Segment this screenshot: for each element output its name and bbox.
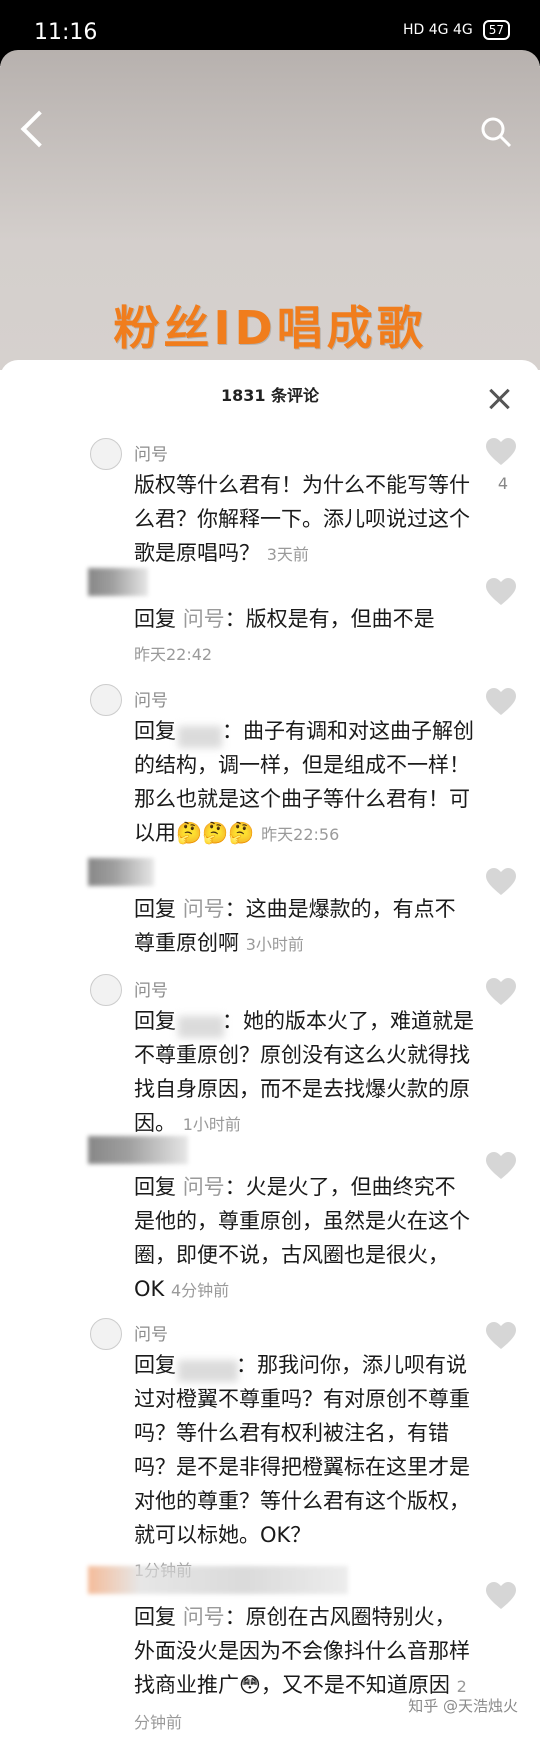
reply-to-username[interactable]: 问号 [183,897,225,921]
comment-item[interactable]: 问号 回复 ：那我问你，添儿呗有说过对橙翼不尊重吗？有对原创不尊重吗？等什么君有权… [0,1314,540,1580]
avatar-icon[interactable] [88,1566,348,1594]
comment-text: 回复 问号：火是火了，但曲终究不是他的，尊重原创，虽然是火在这个圈，即便不说，古… [134,1170,474,1308]
comment-body: ：版权是有，但曲不是 [224,607,435,631]
avatar-icon[interactable] [90,1318,122,1350]
search-icon[interactable] [480,116,512,148]
avatar-icon[interactable] [90,438,122,470]
status-time: 11:16 [34,20,98,45]
heart-icon[interactable] [486,978,516,1006]
comment-username[interactable]: 问号 [134,440,168,465]
reply-prefix: 回复 [134,607,176,631]
reply-to-username[interactable]: 问号 [183,1175,225,1199]
avatar-icon[interactable] [90,684,122,716]
avatar-icon[interactable] [88,568,148,596]
comment-item[interactable]: 回复 问号：火是火了，但曲终究不是他的，尊重原创，虽然是火在这个圈，即便不说，古… [0,1136,540,1306]
video-background[interactable]: 粉丝ID唱成歌 曲: 春庭雪 (等什么君) [0,50,540,370]
comment-count: 1831 条评论 [220,386,320,405]
comment-text: 回复 ：曲子有调和对这曲子解创的结构，调一样，但是组成不一样！那么也就是这个曲子等… [134,714,474,852]
avatar-icon[interactable] [88,1136,188,1164]
comment-body: ：那我问你，添儿呗有说过对橙翼不尊重吗？有对原创不尊重吗？等什么君有权利被注名，… [134,1353,470,1547]
avatar-icon[interactable] [88,858,154,886]
comment-text: 回复 问号：版权是有，但曲不是 昨天22:42 [134,602,474,672]
comments-sheet: 1831 条评论 问号 版权等什么君有！为什么不能写等什么君？你解释一下。添儿呗… [0,360,540,1738]
comment-text: 回复 问号：原创在古风圈特别火，外面没火是因为不会像抖什么音那样找商业推广😳，又… [134,1600,474,1740]
heart-icon[interactable] [486,1152,516,1180]
comment-text: 回复 问号：这曲是爆款的，有点不尊重原创啊 3小时前 [134,892,474,962]
comment-username[interactable]: 问号 [134,1320,168,1345]
reply-prefix: 回复 [134,897,176,921]
comment-time: 3小时前 [245,935,304,954]
heart-icon[interactable] [486,1322,516,1350]
reply-to-username[interactable]: 问号 [183,1605,225,1629]
comment-text: 版权等什么君有！为什么不能写等什么君？你解释一下。添儿呗说过这个歌是原唱吗？ 3… [134,468,474,572]
reply-prefix: 回复 [134,1009,176,1033]
heart-icon[interactable] [486,438,516,466]
comment-time: 昨天22:42 [134,645,213,664]
like-count: 4 [497,474,508,493]
comment-time: 3天前 [266,545,309,564]
comment-item[interactable]: 问号 回复 ：她的版本火了，难道就是不尊重原创？原创没有这么火就得找找自身原因，而… [0,970,540,1140]
comment-time: 4分钟前 [171,1281,230,1300]
reply-prefix: 回复 [134,1175,176,1199]
zhihu-watermark: 知乎 @天浩烛火 [408,1697,518,1715]
comment-item[interactable]: 问号 回复 ：曲子有调和对这曲子解创的结构，调一样，但是组成不一样！那么也就是这个… [0,680,540,845]
comment-time: 昨天22:56 [261,825,340,844]
reply-prefix: 回复 [134,1605,176,1629]
comment-item[interactable]: 回复 问号：这曲是爆款的，有点不尊重原创啊 3小时前 [0,858,540,958]
reply-prefix: 回复 [134,1353,176,1377]
battery-icon: 57 [482,20,510,40]
heart-icon[interactable] [486,688,516,716]
comment-item[interactable]: 问号 版权等什么君有！为什么不能写等什么君？你解释一下。添儿呗说过这个歌是原唱吗… [0,430,540,565]
reply-to-username[interactable]: 问号 [183,607,225,631]
signal-icon: HD 4G 4G [402,22,473,38]
comment-time: 1小时前 [182,1115,241,1134]
video-title: 粉丝ID唱成歌 [113,301,427,355]
back-arrow-icon[interactable] [20,110,58,148]
comment-item[interactable]: 回复 问号：版权是有，但曲不是 昨天22:42 [0,568,540,664]
comment-username[interactable]: 问号 [134,686,168,711]
heart-icon[interactable] [486,868,516,896]
close-icon[interactable] [488,388,510,410]
status-icons: HD 4G 4G 57 [403,20,510,40]
heart-icon[interactable] [486,578,516,606]
comment-text: 回复 ：她的版本火了，难道就是不尊重原创？原创没有这么火就得找找自身原因，而不是去… [134,1004,474,1142]
reply-prefix: 回复 [134,719,176,743]
comment-username[interactable]: 问号 [134,976,168,1001]
comment-text: 回复 ：那我问你，添儿呗有说过对橙翼不尊重吗？有对原创不尊重吗？等什么君有权利被注… [134,1348,474,1588]
avatar-icon[interactable] [90,974,122,1006]
heart-icon[interactable] [486,1582,516,1610]
